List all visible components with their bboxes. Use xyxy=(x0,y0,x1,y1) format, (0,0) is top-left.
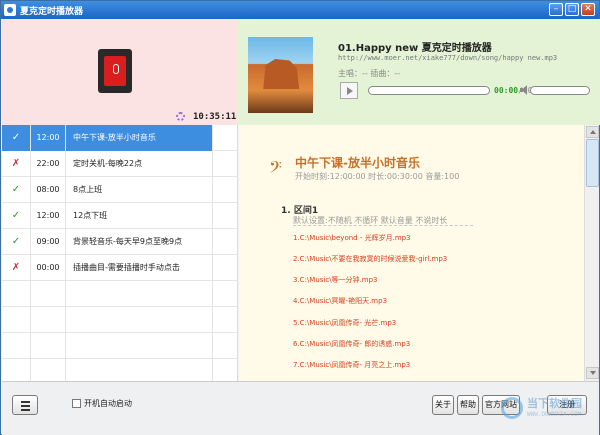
row-time: 09:00 xyxy=(31,229,66,255)
scroll-up-icon[interactable] xyxy=(586,126,599,138)
empty-row xyxy=(2,281,238,307)
title-bar[interactable]: 夏克定时播放器 – □ ✕ xyxy=(1,1,599,19)
row-time: 22:00 xyxy=(31,151,66,177)
player-panel: 01.Happy new 夏克定时播放器 http://www.moer.net… xyxy=(238,19,600,125)
help-button[interactable]: 帮助 xyxy=(457,395,479,415)
detail-subtitle: 开始时刻:12:00:00 时长:00:30:00 音量:100 xyxy=(295,172,460,181)
clock-panel: 10:35:11 xyxy=(2,19,238,125)
progress-bar[interactable] xyxy=(368,86,490,95)
row-time: 12:00 xyxy=(31,203,66,229)
watermark-logo-icon xyxy=(501,397,523,419)
row-status: ✓ xyxy=(2,125,31,151)
file-item[interactable]: 1.C:\Music\beyond - 光辉岁月.mp3 xyxy=(293,233,411,243)
row-status: ✗ xyxy=(2,255,31,281)
file-item[interactable]: 3.C:\Music\等一分钟.mp3 xyxy=(293,275,378,285)
empty-row xyxy=(2,307,238,333)
row-name: 背景轻音乐-每天早9点至晚9点 xyxy=(73,237,183,246)
app-icon xyxy=(4,4,16,16)
row-status: ✓ xyxy=(2,203,31,229)
divider xyxy=(293,225,473,226)
schedule-row[interactable]: ✗ 22:00 定时关机-每晚22点 xyxy=(2,151,238,177)
empty-row xyxy=(2,333,238,359)
row-status: ✗ xyxy=(2,151,31,177)
file-item[interactable]: 5.C:\Music\凤凰传奇- 光芒.mp3 xyxy=(293,318,396,328)
maximize-button[interactable]: □ xyxy=(565,3,579,16)
volume-icon[interactable] xyxy=(520,85,530,95)
app-window: 夏克定时播放器 – □ ✕ 10:35:11 01.Happy new 夏克定时… xyxy=(0,0,600,435)
row-name: 插播曲目-需要插播时手动点击 xyxy=(73,263,180,272)
schedule-row[interactable]: ✓ 08:00 8点上班 xyxy=(2,177,238,203)
play-button[interactable] xyxy=(340,82,358,99)
detail-title: 中午下课-放半小时音乐 xyxy=(295,156,420,170)
autostart-label: 开机自动启动 xyxy=(84,399,132,408)
volume-slider[interactable] xyxy=(530,86,590,95)
row-name: 中午下课-放半小时音乐 xyxy=(66,125,212,151)
song-singer: 主唱：-- 插曲：-- xyxy=(338,69,401,78)
row-name: 12点下班 xyxy=(73,211,108,220)
autostart-checkbox[interactable] xyxy=(72,399,81,408)
watermark-url: WWW.DOWNXIA.COM xyxy=(527,411,582,418)
vertical-scrollbar[interactable] xyxy=(584,125,599,381)
file-item[interactable]: 7.C:\Music\凤凰传奇- 月亮之上.mp3 xyxy=(293,360,410,370)
row-time: 00:00 xyxy=(31,255,66,281)
album-cover xyxy=(248,37,313,113)
row-status: ✓ xyxy=(2,177,31,203)
detail-panel: 𝄢 中午下课-放半小时音乐 开始时刻:12:00:00 时长:00:30:00 … xyxy=(239,125,584,381)
power-switch-icon[interactable] xyxy=(98,49,132,93)
schedule-row[interactable]: ✓ 09:00 背景轻音乐-每天早9点至晚9点 xyxy=(2,229,238,255)
row-time: 08:00 xyxy=(31,177,66,203)
loading-spinner-icon xyxy=(176,112,185,121)
row-name: 8点上班 xyxy=(73,185,103,194)
scroll-down-icon[interactable] xyxy=(586,367,599,379)
file-item[interactable]: 2.C:\Music\不要在我寂寞的时候说爱我-girl.mp3 xyxy=(293,254,447,264)
row-name: 定时关机-每晚22点 xyxy=(73,159,143,168)
file-item[interactable]: 4.C:\Music\冥曜-艳阳天.mp3 xyxy=(293,296,387,306)
schedule-row[interactable]: ✓ 12:00 中午下课-放半小时音乐 xyxy=(2,125,238,151)
file-item[interactable]: 6.C:\Music\凤凰传奇- 郎的诱惑.mp3 xyxy=(293,339,410,349)
schedule-list: ✓ 12:00 中午下课-放半小时音乐 ✗ 22:00 定时关机-每晚22点 ✓… xyxy=(2,125,238,385)
menu-button[interactable] xyxy=(12,395,38,415)
watermark-title: 当下软件园 xyxy=(527,397,582,410)
song-url: http://www.moer.net/xiake777/down/song/h… xyxy=(338,54,558,62)
watermark: 当下软件园 WWW.DOWNXIA.COM xyxy=(501,393,591,429)
schedule-row[interactable]: ✗ 00:00 插播曲目-需要插播时手动点击 xyxy=(2,255,238,281)
row-status: ✓ xyxy=(2,229,31,255)
window-title: 夏克定时播放器 xyxy=(20,7,84,17)
current-time: 10:35:11 xyxy=(193,112,237,122)
row-time: 12:00 xyxy=(31,125,66,151)
scroll-thumb[interactable] xyxy=(586,139,599,187)
minimize-button[interactable]: – xyxy=(549,3,563,16)
schedule-row[interactable]: ✓ 12:00 12点下班 xyxy=(2,203,238,229)
music-note-icon: 𝄢 xyxy=(269,157,282,181)
time-current: 00:00 xyxy=(494,86,519,95)
about-button[interactable]: 关于 xyxy=(432,395,454,415)
close-button[interactable]: ✕ xyxy=(581,3,595,16)
song-title: 01.Happy new 夏克定时播放器 xyxy=(338,43,492,54)
